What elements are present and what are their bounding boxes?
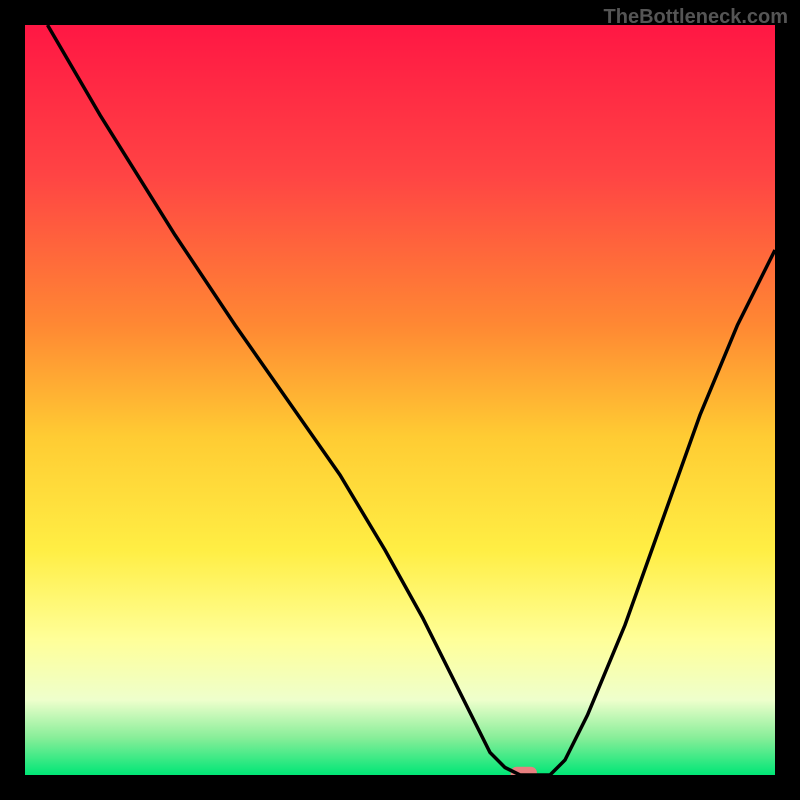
gradient-background [25, 25, 775, 775]
watermark-text: TheBottleneck.com [604, 6, 788, 29]
plot-area [25, 25, 775, 775]
chart-svg [25, 25, 775, 775]
chart-container: TheBottleneck.com [0, 0, 800, 800]
